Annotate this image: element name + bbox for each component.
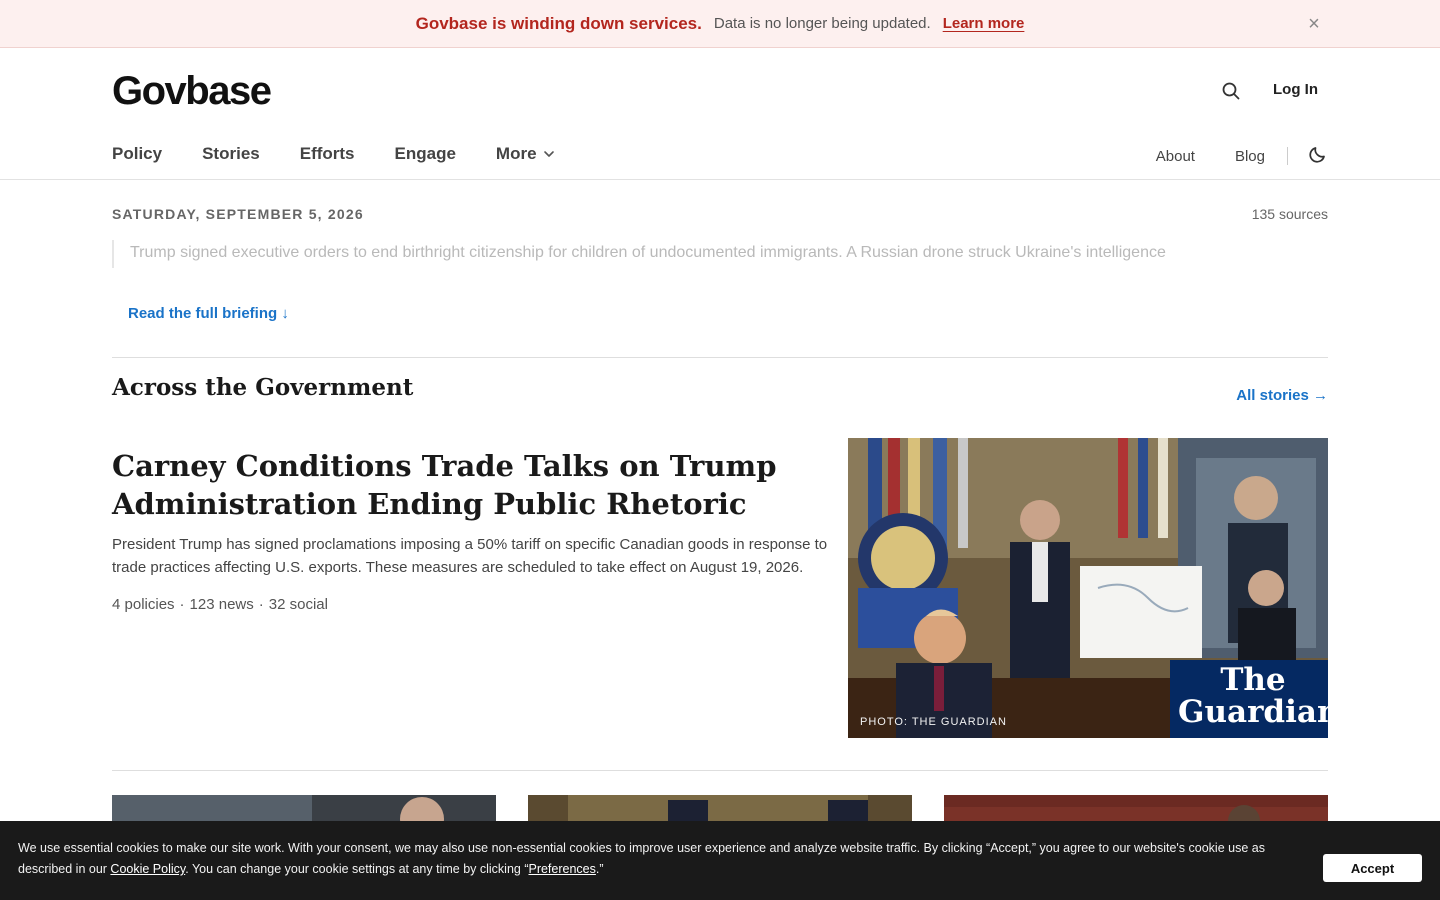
news-count: 123 news [189,596,254,613]
close-icon[interactable]: × [1304,14,1324,34]
all-stories-link[interactable]: All stories → [1236,387,1328,404]
cookie-policy-link[interactable]: Cookie Policy [110,862,185,876]
nav-item-stories[interactable]: Stories [202,144,260,164]
login-button[interactable]: Log In [1273,81,1318,98]
featured-story-title[interactable]: Carney Conditions Trade Talks on Trump A… [112,447,812,523]
banner-message: Data is no longer being updated. [713,15,931,32]
moon-icon[interactable] [1308,144,1328,168]
search-icon[interactable] [1220,80,1242,102]
policy-count: 4 policies [112,596,175,613]
chevron-down-icon [543,151,554,157]
nav-item-efforts[interactable]: Efforts [300,144,355,164]
briefing-source-count: 135 sources [1251,206,1328,222]
section-title: Across the Government [112,374,414,401]
announcement-banner: Govbase is winding down services. Data i… [0,0,1440,48]
header-divider [0,179,1440,180]
featured-story-photo[interactable]: The Guardian PHOTO: THE GUARDIAN [848,438,1328,738]
briefing-quote-bar [112,240,114,268]
nav-item-label: Engage [394,144,456,163]
read-full-briefing-link[interactable]: Read the full briefing ↓ [128,305,289,322]
briefing-date: SATURDAY, SEPTEMBER 5, 2026 [112,206,364,222]
main-nav: Policy Stories Efforts Engage More [112,144,555,164]
secondary-nav: About Blog [1156,144,1328,168]
story-divider [112,770,1328,771]
nav-item-label: Efforts [299,144,355,163]
photo-credit: PHOTO: THE GUARDIAN [860,716,1007,728]
nav-item-label: Stories [202,144,260,163]
featured-story-summary: President Trump has signed proclamations… [112,536,828,576]
accept-cookies-button[interactable]: Accept [1323,854,1422,882]
cookie-message: We use essential cookies to make our sit… [18,841,1265,876]
nav-blog-link[interactable]: Blog [1235,148,1265,165]
section-divider [112,357,1328,358]
cookie-preferences-link[interactable]: Preferences [528,862,595,876]
nav-item-more[interactable]: More [496,144,555,164]
divider [1287,147,1288,165]
nav-item-label: More [495,144,537,163]
nav-item-label: Policy [112,144,163,163]
guardian-watermark: The Guardian [1178,662,1328,730]
cookie-consent-banner: We use essential cookies to make our sit… [0,821,1440,900]
social-count: 32 social [268,596,328,613]
featured-story-meta: 4 policies · 123 news · 32 social [112,596,328,613]
banner-learn-more-link[interactable]: Learn more [943,15,1025,32]
nav-item-policy[interactable]: Policy [112,144,162,164]
nav-item-engage[interactable]: Engage [395,144,456,164]
briefing-text: Trump signed executive orders to end bir… [130,244,1166,261]
nav-about-link[interactable]: About [1156,148,1195,165]
site-logo[interactable]: Govbase [112,70,272,112]
banner-headline: Govbase is winding down services. [415,13,702,33]
